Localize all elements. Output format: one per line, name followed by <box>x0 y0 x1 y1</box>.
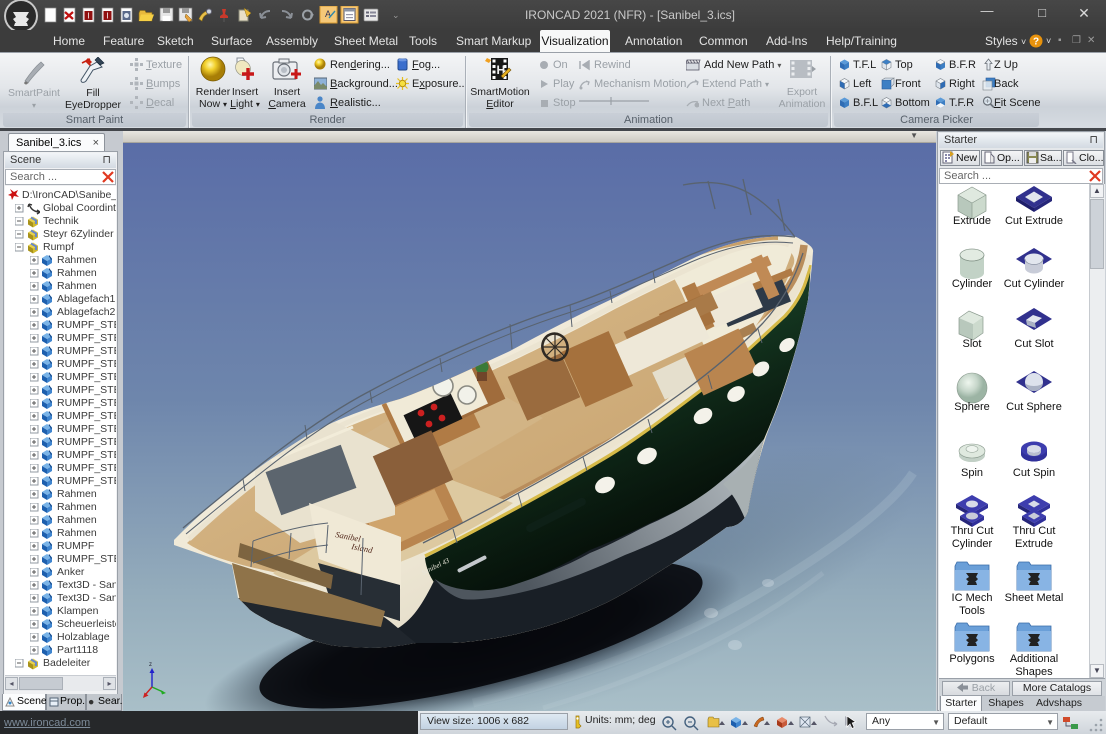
svg-text:I: I <box>87 12 89 21</box>
svg-text:?: ? <box>1033 37 1039 48</box>
svg-text:I: I <box>106 12 108 21</box>
svg-text:z: z <box>149 662 152 668</box>
